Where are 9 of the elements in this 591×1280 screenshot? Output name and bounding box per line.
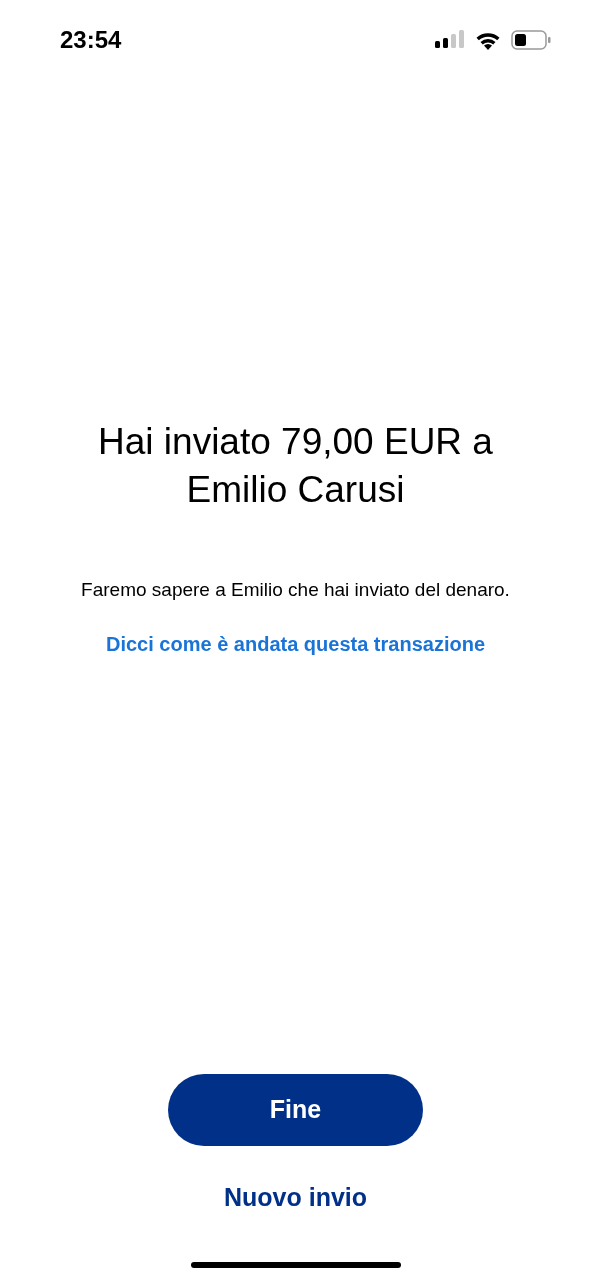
- status-time: 23:54: [60, 25, 122, 55]
- confirmation-message: Faremo sapere a Emilio che hai inviato del denaro.: [81, 578, 510, 602]
- cellular-signal-icon: [435, 30, 465, 50]
- done-button[interactable]: Fine: [168, 1073, 423, 1146]
- feedback-link[interactable]: Dicci come è andata questa transazione: [106, 628, 485, 659]
- new-transfer-link[interactable]: Nuovo invio: [223, 1178, 368, 1216]
- battery-icon: [511, 30, 551, 50]
- confirmation-title: Hai inviato 79,00 EUR a Emilio Carusi: [97, 420, 494, 512]
- wifi-icon: [475, 30, 501, 50]
